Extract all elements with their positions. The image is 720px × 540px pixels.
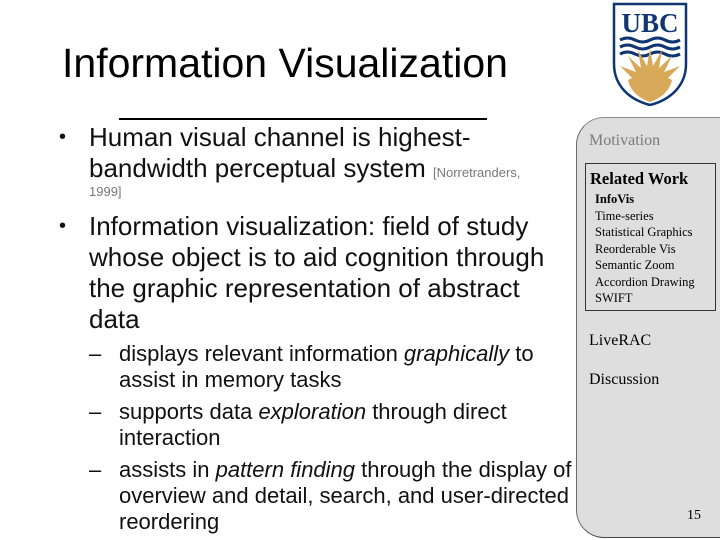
- sub-bullet-text: displays relevant information: [119, 341, 404, 366]
- sub-bullet-emphasis: pattern finding: [215, 457, 356, 482]
- nav-subitem-accordion-drawing[interactable]: Accordion Drawing: [595, 274, 695, 291]
- nav-subitem-reorderable-vis[interactable]: Reorderable Vis: [595, 241, 676, 258]
- bullet-marker: •: [59, 215, 67, 237]
- nav-item-motivation[interactable]: Motivation: [589, 131, 660, 151]
- page-number: 15: [687, 508, 701, 523]
- citation-year: 1999]: [89, 184, 122, 199]
- sub-bullet-graphically: – displays relevant information graphica…: [89, 341, 576, 393]
- title-underline: [119, 118, 487, 120]
- slide-title: Information Visualization: [62, 40, 508, 86]
- nav-section-related-work: Related Work InfoVis Time-series Statist…: [585, 163, 716, 311]
- slide: Information Visualization • Human visual…: [0, 0, 720, 540]
- sub-bullet-emphasis: exploration: [258, 399, 367, 424]
- sub-bullet-text: supports data: [119, 399, 259, 424]
- citation: [Norretranders,: [432, 165, 521, 180]
- nav-subitem-semantic-zoom[interactable]: Semantic Zoom: [595, 257, 675, 274]
- logo-text: UBC: [621, 8, 678, 38]
- outline-nav-panel: Motivation Related Work InfoVis Time-ser…: [576, 117, 720, 538]
- dash-marker: –: [89, 399, 102, 424]
- bullet-text: Human visual channel is highest-bandwidt…: [89, 122, 471, 183]
- nav-subitem-statistical-graphics[interactable]: Statistical Graphics: [595, 224, 693, 241]
- sub-bullet-pattern-finding: – assists in pattern finding through the…: [89, 457, 576, 535]
- dash-marker: –: [89, 341, 102, 366]
- sub-bullet-emphasis: graphically: [403, 341, 510, 366]
- sub-bullet-list: – displays relevant information graphica…: [56, 341, 576, 535]
- ubc-logo-icon: UBC: [612, 2, 688, 106]
- nav-subitem-swift[interactable]: SWIFT: [595, 290, 633, 307]
- sub-bullet-text: assists in: [119, 457, 216, 482]
- dash-marker: –: [89, 457, 102, 482]
- bullet-visual-channel: • Human visual channel is highest-bandwi…: [56, 122, 576, 200]
- bullet-marker: •: [59, 126, 67, 148]
- nav-subitem-infovis[interactable]: InfoVis: [595, 191, 634, 208]
- bullet-text: Information visualization: field of stud…: [89, 211, 545, 334]
- slide-body: • Human visual channel is highest-bandwi…: [56, 122, 576, 535]
- nav-item-related-work[interactable]: Related Work: [590, 169, 688, 189]
- bullet-infovis-definition: • Information visualization: field of st…: [56, 211, 576, 335]
- nav-item-discussion[interactable]: Discussion: [589, 370, 659, 390]
- sub-bullet-exploration: – supports data exploration through dire…: [89, 399, 576, 451]
- nav-subitem-time-series[interactable]: Time-series: [595, 208, 654, 225]
- nav-item-liverac[interactable]: LiveRAC: [589, 331, 651, 351]
